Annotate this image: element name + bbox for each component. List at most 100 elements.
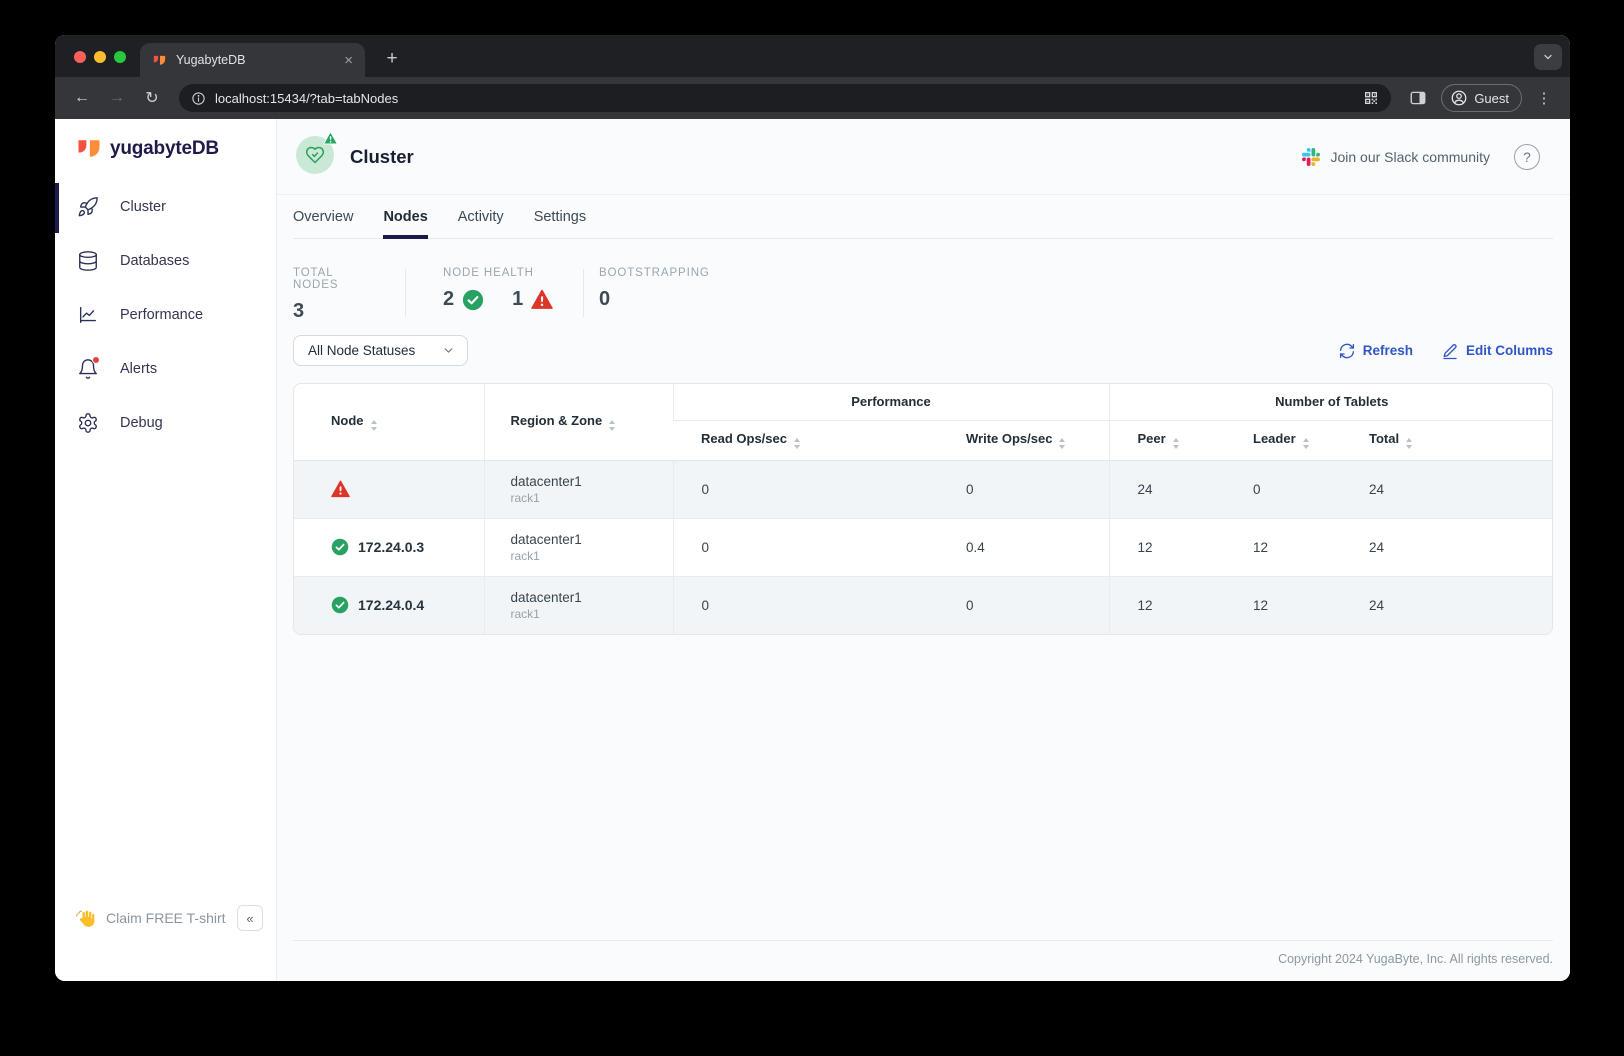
sidebar-item-label: Performance — [120, 307, 203, 323]
column-group-tablets: Number of Tablets — [1109, 384, 1553, 420]
address-bar[interactable]: localhost:15434/?tab=tabNodes — [179, 84, 1391, 112]
close-window-button[interactable] — [74, 51, 86, 63]
peer-tablets: 24 — [1109, 460, 1225, 518]
sort-icon[interactable] — [1059, 438, 1065, 449]
qr-code-icon[interactable] — [1363, 90, 1379, 106]
tab-activity[interactable]: Activity — [458, 195, 504, 239]
sidebar: yugabyteDB Cluster Databases Performance — [55, 119, 277, 981]
side-panel-icon[interactable] — [1409, 89, 1427, 107]
sort-icon[interactable] — [1406, 438, 1412, 449]
copyright-text: Copyright 2024 YugaByte, Inc. All rights… — [293, 952, 1553, 966]
stat-total-nodes: TOTAL NODES 3 — [293, 267, 338, 323]
tab-settings[interactable]: Settings — [534, 195, 586, 239]
total-tablets: 24 — [1341, 576, 1553, 634]
browser-toolbar: ← → ↻ localhost:15434/?tab=tabNodes Gues… — [55, 77, 1570, 119]
sidebar-item-label: Cluster — [120, 199, 166, 215]
database-icon — [77, 250, 99, 272]
check-circle-icon — [331, 538, 349, 556]
back-button[interactable]: ← — [69, 89, 95, 107]
total-tablets: 24 — [1341, 460, 1553, 518]
refresh-label: Refresh — [1363, 343, 1413, 358]
leader-tablets: 12 — [1225, 576, 1341, 634]
sort-icon[interactable] — [371, 420, 377, 431]
table-row[interactable]: datacenter1 rack1 0 0 24 0 24 — [294, 460, 1553, 518]
warning-triangle-icon — [531, 289, 553, 310]
nodes-table: Node Region & Zone Performance Number of… — [293, 383, 1553, 635]
check-circle-icon — [462, 289, 484, 311]
sidebar-item-debug[interactable]: Debug — [55, 396, 277, 450]
column-header-peer[interactable]: Peer — [1109, 420, 1225, 460]
cluster-warning-badge-icon — [323, 131, 338, 150]
column-header-region[interactable]: Region & Zone — [484, 384, 673, 460]
stat-label: NODE HEALTH — [443, 267, 553, 279]
browser-menu-icon[interactable]: ⋮ — [1536, 89, 1552, 107]
sort-icon[interactable] — [1303, 438, 1309, 449]
region: datacenter1 — [511, 590, 673, 605]
waving-hand-icon — [75, 908, 96, 929]
refresh-icon — [1338, 342, 1356, 360]
pencil-icon — [1441, 342, 1459, 360]
new-tab-button[interactable]: + — [377, 44, 407, 74]
forward-button[interactable]: → — [104, 89, 130, 107]
tab-search-chevron-icon[interactable] — [1534, 44, 1562, 70]
region: datacenter1 — [511, 532, 673, 547]
column-header-leader[interactable]: Leader — [1225, 420, 1341, 460]
site-info-icon[interactable] — [191, 91, 206, 106]
node-address: 172.24.0.4 — [358, 597, 424, 613]
column-header-total[interactable]: Total — [1341, 420, 1553, 460]
warning-triangle-icon — [331, 480, 350, 498]
sort-icon[interactable] — [794, 438, 800, 449]
node-status-filter[interactable]: All Node Statuses — [293, 335, 468, 366]
main-content: Cluster Join our Slack community ? Overv… — [277, 119, 1570, 981]
total-tablets: 24 — [1341, 518, 1553, 576]
column-header-write-ops[interactable]: Write Ops/sec — [938, 420, 1109, 460]
check-circle-icon — [331, 596, 349, 614]
stat-label: BOOTSTRAPPING — [599, 267, 710, 279]
table-row[interactable]: 172.24.0.3 datacenter1 rack1 0 0.4 12 12 — [294, 518, 1553, 576]
user-icon — [1450, 89, 1468, 107]
unhealthy-count: 1 — [512, 288, 523, 311]
peer-tablets: 12 — [1109, 576, 1225, 634]
sidebar-item-performance[interactable]: Performance — [55, 288, 277, 342]
cluster-header: Cluster Join our Slack community ? — [277, 119, 1570, 195]
tab-nodes[interactable]: Nodes — [383, 195, 427, 239]
close-tab-icon[interactable]: × — [344, 53, 353, 68]
tshirt-promo-link[interactable]: Claim FREE T-shirt — [106, 910, 237, 926]
yugabyte-logo-icon — [75, 135, 103, 163]
stat-value: 0 — [599, 288, 710, 311]
sidebar-item-alerts[interactable]: Alerts — [55, 342, 277, 396]
stat-label: TOTAL NODES — [293, 267, 338, 291]
edit-columns-button[interactable]: Edit Columns — [1441, 342, 1553, 360]
maximize-window-button[interactable] — [114, 51, 126, 63]
sidebar-item-cluster[interactable]: Cluster — [55, 180, 277, 234]
page-title: Cluster — [350, 119, 414, 195]
gear-icon — [77, 412, 99, 434]
column-header-read-ops[interactable]: Read Ops/sec — [673, 420, 938, 460]
help-button[interactable]: ? — [1514, 144, 1540, 170]
tab-title: YugabyteDB — [176, 53, 335, 67]
minimize-window-button[interactable] — [94, 51, 106, 63]
leader-tablets: 12 — [1225, 518, 1341, 576]
sort-icon[interactable] — [609, 420, 615, 431]
slack-community-link[interactable]: Join our Slack community — [1330, 149, 1490, 165]
reload-button[interactable]: ↻ — [139, 88, 165, 108]
table-row[interactable]: 172.24.0.4 datacenter1 rack1 0 0 12 12 — [294, 576, 1553, 634]
collapse-sidebar-button[interactable]: « — [237, 905, 263, 931]
url-text[interactable]: localhost:15434/?tab=tabNodes — [215, 91, 1354, 106]
edit-columns-label: Edit Columns — [1466, 343, 1553, 358]
tab-overview[interactable]: Overview — [293, 195, 353, 239]
yugabytedb-logo[interactable]: yugabyteDB — [75, 135, 219, 163]
column-header-node[interactable]: Node — [294, 384, 484, 460]
stat-value: 3 — [293, 300, 338, 323]
page-footer: Copyright 2024 YugaByte, Inc. All rights… — [293, 940, 1553, 966]
sort-icon[interactable] — [1173, 438, 1179, 449]
sidebar-item-databases[interactable]: Databases — [55, 234, 277, 288]
zone: rack1 — [511, 607, 673, 621]
profile-button[interactable]: Guest — [1441, 84, 1522, 112]
traffic-lights — [74, 51, 126, 63]
browser-tab[interactable]: YugabyteDB × — [140, 43, 365, 77]
alert-badge — [92, 356, 100, 364]
peer-tablets: 12 — [1109, 518, 1225, 576]
refresh-button[interactable]: Refresh — [1338, 342, 1413, 360]
browser-tabstrip: YugabyteDB × + — [55, 35, 1570, 77]
